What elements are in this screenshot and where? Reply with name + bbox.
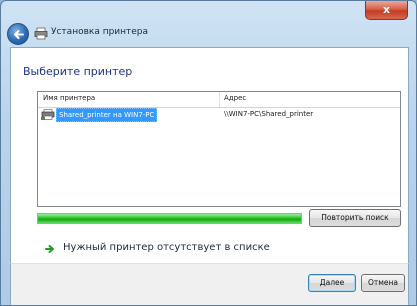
shared-printer-icon [41,109,55,120]
printer-list[interactable]: Имя принтера Адрес Shared_printer на WIN… [37,91,401,207]
printer-not-listed-label[interactable]: Нужный принтер отсутствует в списке [63,242,270,253]
list-header: Имя принтера Адрес [38,92,400,108]
search-progress-bar [37,213,302,224]
next-button[interactable]: Далее [308,274,356,292]
column-header-address[interactable]: Адрес [224,94,246,102]
column-header-name[interactable]: Имя принтера [43,94,95,102]
green-arrow-icon [45,245,54,253]
add-printer-window: x Установка принтера Выберите принтер Им… [0,0,417,306]
close-button[interactable]: x [365,1,408,20]
back-arrow-icon [14,30,24,39]
retry-search-button[interactable]: Повторить поиск [309,209,401,227]
printer-address: \\WIN7-PC\Shared_printer [224,110,314,118]
dialog-footer: Далее Отмена [10,263,409,305]
column-separator[interactable] [219,92,220,107]
printer-name[interactable]: Shared_printer на WIN7-PC [56,108,158,122]
content-panel: Выберите принтер Имя принтера Адрес Shar… [10,47,409,263]
back-button[interactable] [7,23,29,45]
list-item[interactable]: Shared_printer на WIN7-PC \\WIN7-PC\Shar… [38,108,400,122]
page-title: Выберите принтер [23,65,133,78]
printer-icon [34,27,48,40]
window-title: Установка принтера [51,27,149,37]
cancel-button[interactable]: Отмена [361,274,405,292]
title-bar: x Установка принтера [1,1,416,47]
progress-fill [38,214,301,223]
